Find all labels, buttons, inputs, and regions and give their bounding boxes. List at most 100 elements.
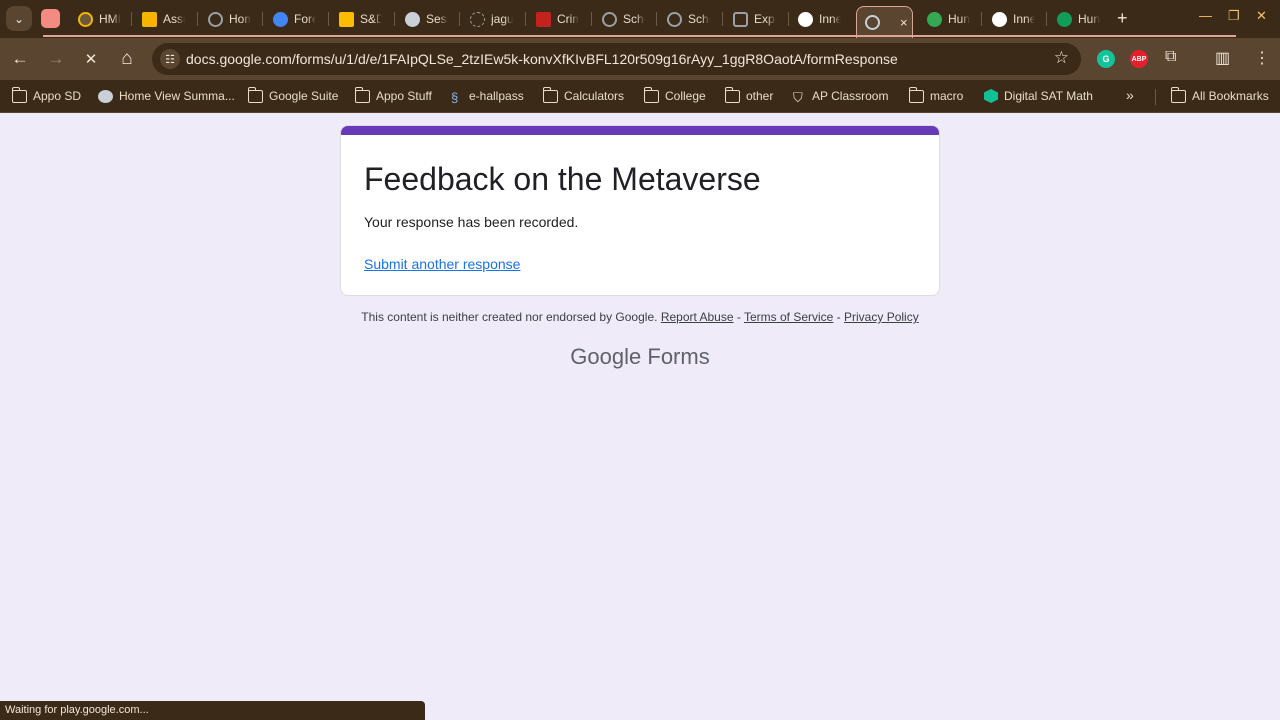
disclaimer-text: This content is neither created nor endo… (361, 310, 658, 324)
bookmarks-bar: Appo SD Home View Summa... Google Suite … (0, 80, 1280, 113)
tab[interactable]: Explore (727, 6, 781, 32)
tab[interactable]: Inner (986, 6, 1040, 32)
bookmark-item[interactable]: ⛉ AP Classroom (793, 86, 888, 106)
forward-button[interactable]: → (45, 48, 67, 70)
tab-favicon-icon (1057, 11, 1072, 27)
bookmarks-divider (1155, 89, 1156, 105)
tab-favicon-icon (339, 11, 354, 27)
tab-favicon-icon (992, 11, 1007, 27)
tab-label: Home (229, 12, 251, 26)
extensions-puzzle-icon[interactable]: ⧉ (1165, 48, 1176, 66)
tab[interactable]: Home (202, 6, 256, 32)
confirmation-message: Your response has been recorded. (364, 214, 579, 230)
bookmark-item[interactable]: Appo Stuff (354, 86, 432, 106)
bookmark-item[interactable]: College (643, 86, 706, 106)
restore-button[interactable]: ❐ (1228, 8, 1240, 24)
tab-favicon-icon (667, 11, 682, 27)
bookmarks-overflow-button[interactable]: » (1126, 87, 1134, 103)
folder-icon (643, 86, 659, 103)
site-info-icon[interactable]: ☷ (160, 49, 180, 69)
tab-favicon-icon (208, 11, 223, 27)
tab[interactable]: Hunt (921, 6, 975, 32)
all-bookmarks-button[interactable]: All Bookmarks (1170, 86, 1269, 106)
browser-menu-icon[interactable]: ⋮ (1254, 48, 1270, 68)
folder-icon (724, 86, 740, 103)
tab-active[interactable]: × (856, 6, 913, 38)
tab[interactable]: School (661, 6, 715, 32)
folder-icon (247, 86, 263, 103)
all-bookmarks-label: All Bookmarks (1192, 89, 1269, 103)
folder-icon (11, 86, 27, 103)
tab[interactable]: Session (399, 6, 453, 32)
tab[interactable]: Inner (792, 6, 848, 32)
tab[interactable]: S&D (333, 6, 387, 32)
toolbar: ← → ✕ ⌂ ☷ docs.google.com/forms/u/1/d/e/… (0, 38, 1280, 80)
bookmark-label: Calculators (564, 89, 625, 103)
tab-favicon-icon (865, 15, 880, 30)
bookmark-item[interactable]: Google Suite (247, 86, 338, 106)
report-abuse-link[interactable]: Report Abuse (661, 310, 734, 324)
footer-separator: - (733, 310, 744, 324)
link-icon: § (451, 89, 459, 105)
tab-search-button[interactable]: ⌄ (6, 6, 32, 31)
url-text[interactable]: docs.google.com/forms/u/1/d/e/1FAIpQLSe_… (186, 51, 898, 67)
globe-icon (98, 89, 113, 103)
pinned-tab[interactable] (41, 9, 60, 28)
shield-icon: ⛉ (793, 89, 803, 105)
new-tab-button[interactable]: + (1117, 9, 1128, 27)
folder-icon (1170, 86, 1186, 103)
home-button[interactable]: ⌂ (116, 48, 138, 70)
bookmark-item[interactable]: other (724, 86, 773, 106)
tab[interactable]: Assignments (136, 6, 190, 32)
bookmark-label: Appo SD (33, 89, 82, 103)
bookmark-item[interactable]: Calculators (542, 86, 625, 106)
bookmark-item[interactable]: macro (908, 86, 963, 106)
back-button[interactable]: ← (9, 48, 31, 70)
submit-another-response-link[interactable]: Submit another response (364, 256, 520, 272)
tab-favicon-icon (602, 11, 617, 27)
bookmark-item[interactable]: Appo SD (11, 86, 82, 106)
close-window-button[interactable]: ✕ (1256, 8, 1267, 24)
tab-label: jaguar (491, 12, 513, 26)
tab[interactable]: HMI (72, 6, 126, 32)
tab-label: Explore (754, 12, 776, 26)
tab-label: S&D (360, 12, 382, 26)
form-accent-bar (341, 126, 939, 135)
tab[interactable]: Forest (267, 6, 321, 32)
folder-icon (542, 86, 558, 103)
bookmark-label: e-hallpass (469, 89, 524, 103)
bookmark-label: Digital SAT Math (1004, 89, 1093, 103)
tab-label: HMI (99, 12, 121, 26)
bookmark-item[interactable]: Home View Summa... (98, 86, 235, 106)
form-title: Feedback on the Metaverse (364, 161, 761, 197)
footer-disclaimer: This content is neither created nor endo… (0, 310, 1280, 324)
tab-label: Session (426, 12, 448, 26)
tab[interactable]: Crim (530, 6, 584, 32)
minimize-button[interactable]: — (1199, 8, 1212, 23)
grammarly-extension-icon[interactable]: G (1097, 50, 1115, 68)
address-bar[interactable]: ☷ docs.google.com/forms/u/1/d/e/1FAIpQLS… (152, 43, 1081, 75)
tab[interactable]: School (596, 6, 650, 32)
tab-underline (43, 35, 1236, 37)
tab-favicon-icon (273, 11, 288, 27)
tab[interactable]: jaguar (464, 6, 518, 32)
terms-of-service-link[interactable]: Terms of Service (744, 310, 833, 324)
tab-favicon-icon (733, 11, 748, 27)
browser-chrome: ⌄ HMI Assignments Home Forest S&D Sessio… (0, 0, 1280, 113)
google-forms-logo[interactable]: Google Forms (0, 344, 1280, 370)
tab[interactable]: Hunt (1051, 6, 1105, 32)
privacy-policy-link[interactable]: Privacy Policy (844, 310, 919, 324)
tab-favicon-icon (142, 11, 157, 27)
tab-label: Crim (557, 12, 579, 26)
side-panel-icon[interactable]: ▥ (1215, 48, 1230, 68)
bookmark-item[interactable]: Digital SAT Math (984, 86, 1093, 106)
footer-separator: - (833, 310, 845, 324)
khan-academy-icon (984, 89, 998, 103)
tab-close-icon[interactable]: × (900, 15, 908, 30)
folder-icon (354, 86, 370, 103)
stop-loading-button[interactable]: ✕ (80, 48, 102, 70)
form-response-card: Feedback on the Metaverse Your response … (340, 125, 940, 296)
bookmark-star-icon[interactable]: ☆ (1054, 48, 1069, 68)
bookmark-item[interactable]: § e-hallpass (451, 86, 524, 106)
adblock-extension-icon[interactable]: ABP (1130, 50, 1148, 68)
